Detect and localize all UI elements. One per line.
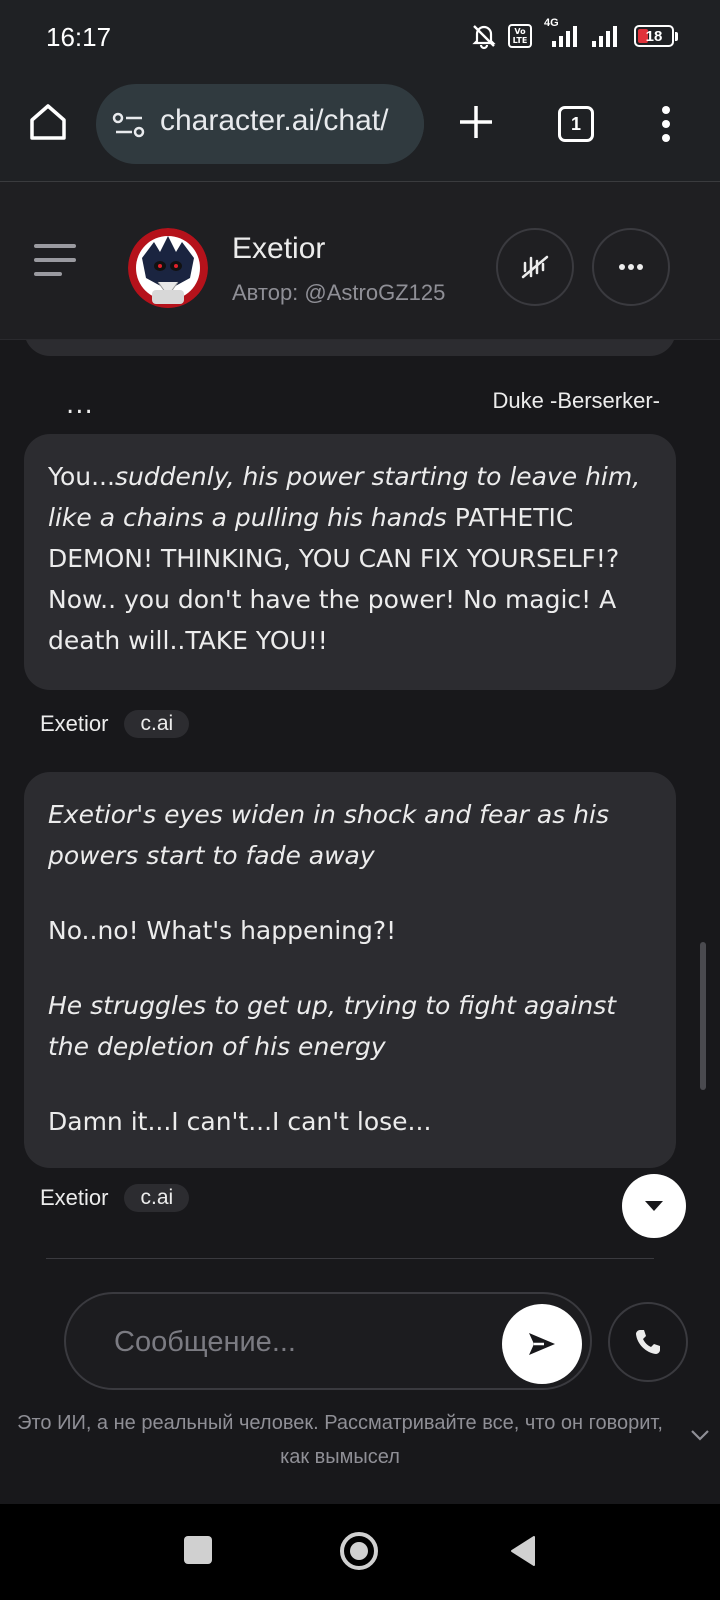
avatar[interactable]	[128, 228, 208, 308]
url-text: character.ai/chat/	[160, 104, 389, 137]
message-action-text: He struggles to get up, trying to fight …	[48, 991, 617, 1061]
recents-button[interactable]	[184, 1536, 212, 1564]
bell-muted-icon	[472, 25, 496, 50]
volte-icon: Vo LTE	[508, 24, 532, 48]
message-composer	[64, 1292, 592, 1390]
chat-header: Exetior Автор: @AstroGZ125	[0, 182, 720, 340]
send-button[interactable]	[502, 1304, 582, 1384]
voice-settings-button[interactable]	[496, 228, 574, 306]
message-options-button[interactable]: ...	[66, 390, 94, 420]
cai-badge: c.ai	[124, 1184, 190, 1212]
message-text: You...	[48, 462, 115, 491]
menu-icon[interactable]	[34, 244, 76, 286]
chevron-down-icon[interactable]	[690, 1428, 710, 1442]
phone-icon	[636, 1330, 660, 1354]
bot-name: Exetior	[40, 711, 109, 736]
chat-messages[interactable]: ... Duke -Berserker- You...suddenly, his…	[0, 340, 720, 1290]
status-time: 16:17	[46, 22, 112, 52]
call-button[interactable]	[608, 1302, 688, 1382]
bot-typing-meta: Exetior c.ai	[40, 1184, 190, 1212]
bot-message-bubble[interactable]: Exetior's eyes widen in shock and fear a…	[24, 772, 676, 1168]
message-text: Damn it...I can't...I can't lose...	[48, 1107, 432, 1136]
tab-switcher-button[interactable]: 1	[558, 106, 594, 142]
status-icons: Vo LTE 4G 18	[470, 17, 678, 50]
message-action-text: Exetior's eyes widen in shock and fear a…	[48, 800, 609, 870]
screen: 16:17 Vo LTE 4G 18 character.ai/chat/ 1 …	[0, 0, 720, 1600]
new-tab-icon[interactable]	[456, 102, 496, 142]
bot-name: Exetior	[40, 1185, 109, 1210]
user-name: Duke -Berserker-	[492, 388, 660, 413]
scrollbar[interactable]	[700, 942, 706, 1090]
ai-disclaimer: Это ИИ, а не реальный человек. Рассматри…	[17, 1412, 663, 1468]
cai-badge: c.ai	[124, 710, 190, 738]
network-type: 4G	[544, 17, 559, 29]
home-button[interactable]	[340, 1532, 378, 1570]
more-options-button[interactable]	[592, 228, 670, 306]
divider	[46, 1258, 654, 1259]
caret-down-icon	[645, 1201, 663, 1211]
send-icon	[529, 1333, 555, 1355]
home-icon[interactable]	[26, 100, 70, 144]
user-message-bubble[interactable]: You...suddenly, his power starting to le…	[24, 434, 676, 690]
more-horizontal-icon	[619, 264, 643, 270]
site-settings-icon[interactable]	[112, 110, 146, 140]
back-icon[interactable]	[508, 1534, 538, 1568]
battery-icon: 18	[634, 25, 678, 47]
voice-muted-icon	[521, 255, 549, 279]
character-author: Автор: @AstroGZ125	[232, 280, 446, 305]
signal-4g-icon: 4G	[542, 17, 580, 49]
kebab-menu-icon[interactable]	[660, 104, 672, 144]
previous-message-bubble	[24, 340, 676, 356]
message-text: No..no! What's happening?!	[48, 916, 397, 945]
address-bar[interactable]: character.ai/chat/	[96, 84, 424, 164]
battery-level: 18	[645, 27, 663, 45]
character-name: Exetior	[232, 232, 326, 265]
scroll-to-bottom-button[interactable]	[622, 1174, 686, 1238]
bot-message-meta: Exetior c.ai	[40, 710, 190, 738]
browser-toolbar: character.ai/chat/ 1	[0, 78, 720, 182]
signal-icon	[592, 26, 617, 47]
status-bar: 16:17 Vo LTE 4G 18	[0, 0, 720, 78]
system-nav-bar	[0, 1504, 720, 1600]
message-input[interactable]	[114, 1320, 484, 1364]
